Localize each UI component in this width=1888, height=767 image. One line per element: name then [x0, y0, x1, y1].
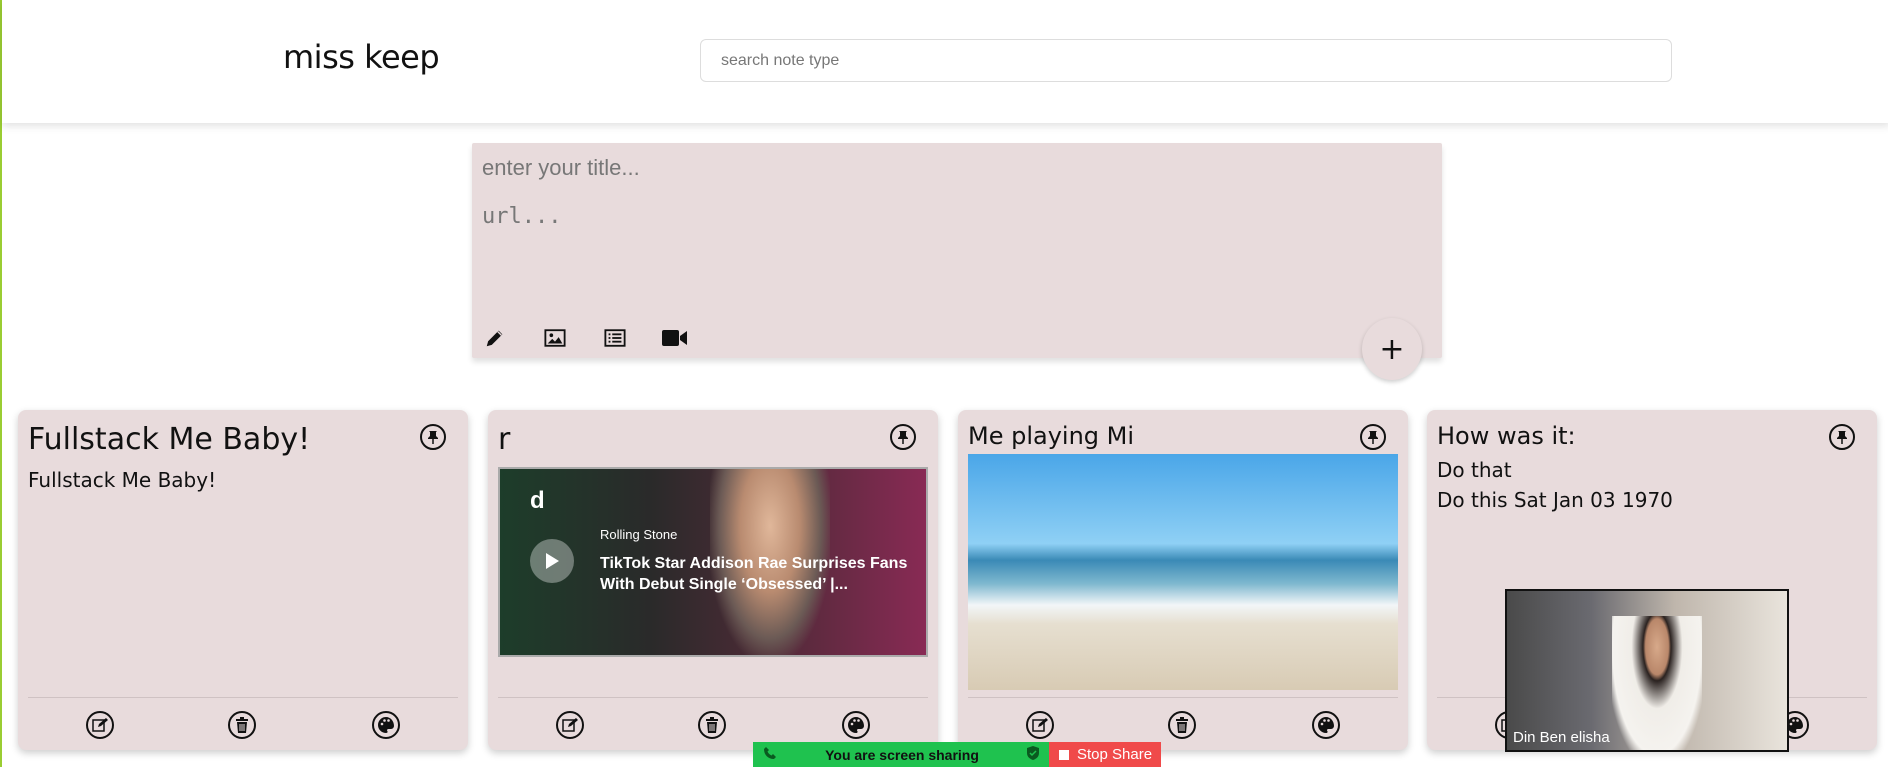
edit-icon[interactable]	[556, 711, 584, 739]
video-source: Rolling Stone	[600, 527, 678, 542]
list-icon[interactable]	[600, 323, 630, 353]
video-channel-letter: d	[530, 487, 545, 514]
note-title: Fullstack Me Baby!	[28, 422, 311, 457]
trash-icon[interactable]	[698, 711, 726, 739]
participant-video	[1612, 616, 1702, 750]
palette-icon[interactable]	[372, 711, 400, 739]
todo-item[interactable]: Do this Sat Jan 03 1970	[1437, 488, 1673, 512]
note-title: r	[498, 422, 511, 457]
phone-icon	[763, 746, 777, 763]
participant-name: Din Ben elisha	[1513, 729, 1610, 746]
video-title[interactable]: TikTok Star Addison Rae Surprises Fans W…	[600, 553, 920, 595]
shield-icon	[1027, 746, 1039, 763]
note-composer	[472, 143, 1442, 358]
note-card[interactable]: Fullstack Me Baby! Fullstack Me Baby!	[18, 410, 468, 750]
palette-icon[interactable]	[842, 711, 870, 739]
search-input[interactable]	[700, 39, 1672, 82]
trash-icon[interactable]	[1168, 711, 1196, 739]
video-embed[interactable]: d Rolling Stone TikTok Star Addison Rae …	[498, 467, 928, 657]
stop-share-button[interactable]: Stop Share	[1049, 742, 1161, 767]
note-card[interactable]: r d Rolling Stone TikTok Star Addison Ra…	[488, 410, 938, 750]
note-url-input[interactable]	[482, 201, 1422, 231]
note-text: Fullstack Me Baby!	[28, 468, 217, 492]
card-divider	[968, 697, 1398, 698]
add-note-button[interactable]: +	[1362, 318, 1422, 380]
play-icon[interactable]	[530, 539, 574, 583]
screen-share-bar: You are screen sharing Stop Share	[753, 742, 1161, 767]
pin-icon[interactable]	[420, 424, 446, 450]
note-title-input[interactable]	[482, 153, 1422, 183]
note-card[interactable]: Me playing Mi	[958, 410, 1408, 750]
card-divider	[498, 697, 928, 698]
card-divider	[28, 697, 458, 698]
trash-icon[interactable]	[228, 711, 256, 739]
note-image	[968, 454, 1398, 690]
app-logo[interactable]: miss keep	[283, 38, 440, 76]
note-title: How was it:	[1437, 422, 1576, 450]
edit-icon[interactable]	[1026, 711, 1054, 739]
image-icon[interactable]	[540, 323, 570, 353]
pencil-icon[interactable]	[480, 323, 510, 353]
stop-share-label: Stop Share	[1077, 746, 1153, 763]
video-call-window[interactable]: Din Ben elisha	[1505, 589, 1789, 752]
pin-icon[interactable]	[1360, 424, 1386, 450]
app-header: miss keep	[2, 0, 1888, 123]
edit-icon[interactable]	[86, 711, 114, 739]
note-title: Me playing Mi	[968, 422, 1135, 450]
screen-share-status[interactable]: You are screen sharing	[753, 742, 1049, 767]
screen-share-label: You are screen sharing	[825, 746, 979, 763]
palette-icon[interactable]	[1312, 711, 1340, 739]
video-camera-icon[interactable]	[660, 323, 690, 353]
stop-icon	[1059, 749, 1069, 760]
todo-item[interactable]: Do that	[1437, 458, 1512, 482]
pin-icon[interactable]	[1829, 424, 1855, 450]
pin-icon[interactable]	[890, 424, 916, 450]
